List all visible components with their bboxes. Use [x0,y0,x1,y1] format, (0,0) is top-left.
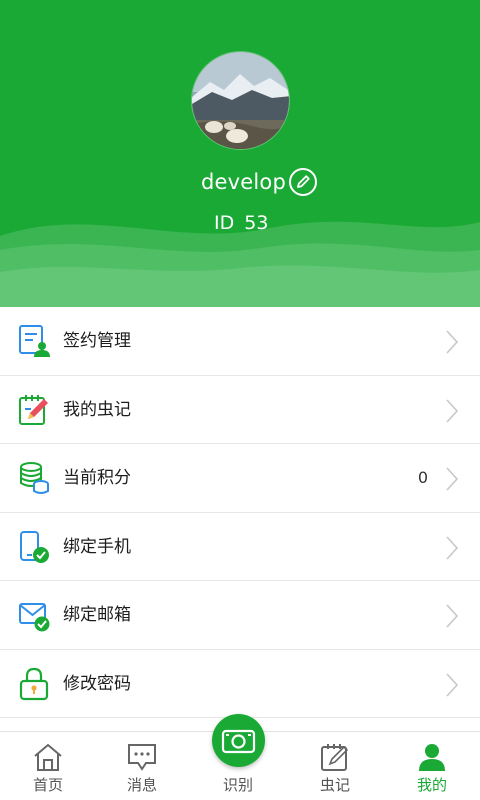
menu-item-my-notes[interactable]: 我的虫记 [0,375,480,444]
tab-messages[interactable]: 消息 [94,732,190,800]
camera-icon [221,729,256,754]
contract-manage-icon [19,325,50,357]
menu-label: 当前积分 [63,468,131,488]
chevron-right-icon [446,467,459,491]
user-id-value: 53 [244,212,269,234]
menu-label: 绑定手机 [63,536,131,557]
menu-label: 修改密码 [63,673,131,694]
menu-item-bind-email[interactable]: 绑定邮箱 [0,581,480,650]
menu-label: 绑定邮箱 [63,605,131,625]
menu-item-change-password[interactable]: 修改密码 [0,649,480,718]
chevron-right-icon [446,398,459,423]
menu-item-bind-phone[interactable]: 绑定手机 [0,512,480,581]
tab-notes[interactable]: 虫记 [287,732,383,800]
tab-label: 消息 [126,776,157,794]
menu-label: 签约管理 [63,331,131,351]
username-row: develop [0,166,480,198]
chevron-right-icon [446,535,459,560]
tab-label: 虫记 [319,776,350,794]
avatar-photo [192,52,289,149]
edit-profile-icon[interactable] [288,167,318,197]
menu-item-contract[interactable]: 签约管理 [0,307,480,376]
tab-label: 识别 [222,776,253,794]
user-id-label: ID [214,212,235,234]
tab-mine[interactable]: 我的 [384,732,480,800]
points-value: 0 [417,468,428,487]
chevron-right-icon [446,604,459,628]
lock-icon [19,667,49,700]
menu-label: 我的虫记 [63,399,131,420]
scan-button[interactable] [212,714,265,767]
menu-item-points[interactable]: 当前积分 0 [0,444,480,513]
mail-check-icon [19,603,50,632]
avatar[interactable] [191,51,290,150]
notebook-icon [321,744,349,771]
username: develop [201,170,287,194]
coins-stack-icon [20,462,49,494]
user-icon [419,744,445,771]
tab-home[interactable]: 首页 [0,732,96,800]
chevron-right-icon [446,330,459,354]
phone-check-icon [20,530,49,563]
profile-header: develop ID 53 [0,0,480,307]
settings-menu: 签约管理 我的虫记 当前积分 0 绑定手机 绑定邮箱 修改密码 [0,307,480,718]
header-wave-background [0,221,480,307]
home-icon [34,743,62,771]
user-id: ID 53 [214,211,268,235]
tab-label: 我的 [416,776,447,794]
chevron-right-icon [446,672,459,697]
tab-label: 首页 [32,776,63,794]
message-icon [128,744,156,771]
notebook-pencil-icon [19,394,48,425]
